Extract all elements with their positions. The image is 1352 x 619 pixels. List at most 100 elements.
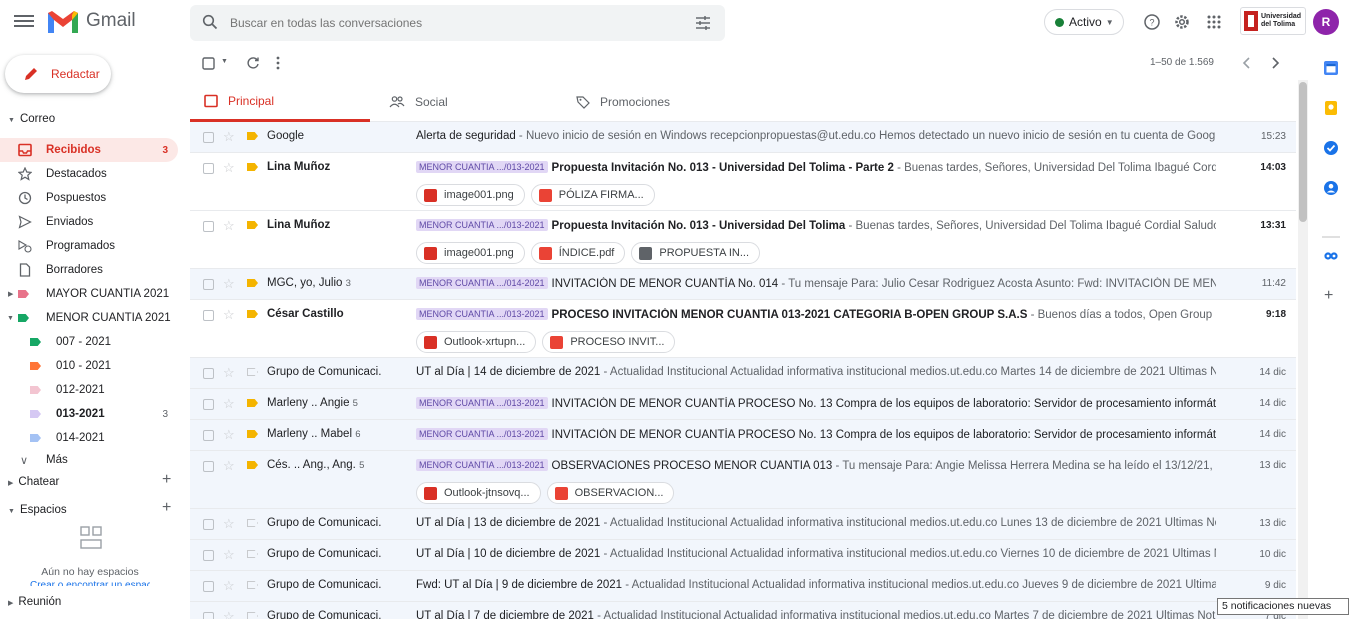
create-space-link[interactable]: Crear o encontrar un espacio [30, 580, 150, 586]
importance-marker-icon[interactable] [247, 550, 258, 558]
select-options-chevron-icon[interactable]: ▼ [221, 58, 228, 65]
attachment-chip[interactable]: ÍNDICE.pdf [530, 242, 626, 264]
attachment-chip[interactable]: OBSERVACION... [546, 482, 675, 504]
sidebar-label-014-2021[interactable]: 014-2021 [0, 426, 178, 450]
row-checkbox[interactable] [203, 581, 214, 592]
tasks-icon[interactable] [1323, 140, 1339, 156]
star-icon[interactable]: ☆ [223, 427, 235, 443]
sidebar-label-013-2021[interactable]: 013-2021 3 [0, 402, 178, 426]
star-icon[interactable]: ☆ [223, 458, 235, 474]
apps-grid-icon[interactable] [1205, 13, 1223, 31]
email-row[interactable]: ☆ Marleny .. Mabel 6 MENOR CUANTIA .../013… [190, 420, 1296, 451]
importance-marker-icon[interactable] [247, 132, 258, 140]
mail-section-toggle[interactable]: ▼ Correo [8, 113, 55, 125]
row-checkbox[interactable] [203, 430, 214, 441]
star-icon[interactable]: ☆ [223, 396, 235, 412]
attachment-chip[interactable]: Outlook-jtnsovq... [416, 482, 541, 504]
search-options-icon[interactable] [695, 15, 711, 31]
star-icon[interactable]: ☆ [223, 307, 235, 323]
sidebar-item-starred[interactable]: Destacados [0, 162, 178, 186]
settings-gear-icon[interactable] [1173, 13, 1191, 31]
attachment-chip[interactable]: Outlook-xrtupn... [416, 331, 537, 353]
row-checkbox[interactable] [203, 519, 214, 530]
row-checkbox[interactable] [203, 163, 214, 174]
notification-toast[interactable]: 5 notificaciones nuevas [1217, 598, 1349, 615]
row-checkbox[interactable] [203, 550, 214, 561]
addon-icon[interactable] [1323, 248, 1339, 264]
sidebar-item-snoozed[interactable]: Pospuestos [0, 186, 178, 210]
importance-marker-icon[interactable] [247, 221, 258, 229]
row-checkbox[interactable] [203, 368, 214, 379]
star-icon[interactable]: ☆ [223, 578, 235, 594]
importance-marker-icon[interactable] [247, 581, 258, 589]
keep-icon[interactable] [1323, 100, 1339, 116]
account-avatar[interactable]: R [1313, 9, 1339, 35]
email-row[interactable]: ☆ Cés. .. Ang., Ang. 5 MENOR CUANTIA .../0… [190, 451, 1296, 509]
email-label-badge[interactable]: MENOR CUANTIA .../013-2021 [416, 428, 548, 440]
tab-principal[interactable]: Principal [190, 82, 370, 122]
tab-promociones[interactable]: Promociones [562, 82, 742, 122]
sidebar-label-007-2021[interactable]: 007 - 2021 [0, 330, 178, 354]
sidebar-label-012-2021[interactable]: 012-2021 [0, 378, 178, 402]
email-row[interactable]: ☆ Grupo de Comunicaci. UT al Día | 14 de … [190, 358, 1296, 389]
sidebar-label-010-2021[interactable]: 010 - 2021 [0, 354, 178, 378]
importance-marker-icon[interactable] [247, 163, 258, 171]
star-icon[interactable]: ☆ [223, 516, 235, 532]
sidebar-item-drafts[interactable]: Borradores [0, 258, 178, 282]
attachment-chip[interactable]: PROCESO INVIT... [542, 331, 676, 353]
importance-marker-icon[interactable] [247, 612, 258, 619]
email-label-badge[interactable]: MENOR CUANTIA .../013-2021 [416, 397, 548, 409]
email-row[interactable]: ☆ Grupo de Comunicaci. Fwd: UT al Día | 9… [190, 571, 1296, 602]
email-label-badge[interactable]: MENOR CUANTIA .../013-2021 [416, 161, 548, 173]
email-row[interactable]: ☆ MGC, yo, Julio 3 MENOR CUANTIA .../014-2… [190, 269, 1296, 300]
sidebar-item-inbox[interactable]: Recibidos 3 [0, 138, 178, 162]
email-row[interactable]: ☆ Grupo de Comunicaci. UT al Día | 13 de … [190, 509, 1296, 540]
importance-marker-icon[interactable] [247, 279, 258, 287]
email-row[interactable]: ☆ Grupo de Comunicaci. UT al Día | 10 de … [190, 540, 1296, 571]
star-icon[interactable]: ☆ [223, 160, 235, 176]
search-icon[interactable] [202, 14, 218, 30]
row-checkbox[interactable] [203, 132, 214, 143]
attachment-chip[interactable]: image001.png [416, 184, 525, 206]
contacts-icon[interactable] [1323, 180, 1339, 196]
tab-social[interactable]: Social [375, 82, 555, 122]
email-row[interactable]: ☆ Lina Muñoz MENOR CUANTIA .../013-2021 Pr… [190, 153, 1296, 211]
sidebar-item-scheduled[interactable]: Programados [0, 234, 178, 258]
meeting-section-toggle[interactable]: ▶ Reunión [8, 596, 61, 608]
chat-section-toggle[interactable]: ▶ Chatear [8, 476, 59, 488]
row-checkbox[interactable] [203, 279, 214, 290]
row-checkbox[interactable] [203, 461, 214, 472]
email-row[interactable]: ☆ César Castillo MENOR CUANTIA .../013-20… [190, 300, 1296, 358]
previous-page-chevron-icon[interactable] [1242, 57, 1252, 69]
attachment-chip[interactable]: image001.png [416, 242, 525, 264]
status-selector[interactable]: Activo ▼ [1044, 9, 1124, 35]
email-list-scrollbar[interactable] [1298, 80, 1308, 619]
email-label-badge[interactable]: MENOR CUANTIA .../013-2021 [416, 219, 548, 231]
gmail-logo-icon[interactable] [46, 9, 80, 35]
search-input[interactable] [230, 13, 670, 33]
email-row[interactable]: ☆ Lina Muñoz MENOR CUANTIA .../013-2021 Pr… [190, 211, 1296, 269]
compose-button[interactable]: Redactar [5, 55, 111, 93]
star-icon[interactable]: ☆ [223, 129, 235, 145]
importance-marker-icon[interactable] [247, 430, 258, 438]
star-icon[interactable]: ☆ [223, 276, 235, 292]
star-icon[interactable]: ☆ [223, 609, 235, 619]
get-addons-plus-icon[interactable]: + [1324, 287, 1333, 305]
row-checkbox[interactable] [203, 399, 214, 410]
attachment-chip[interactable]: PÓLIZA FIRMA... [530, 184, 655, 206]
importance-marker-icon[interactable] [247, 310, 258, 318]
refresh-icon[interactable] [246, 56, 260, 70]
star-icon[interactable]: ☆ [223, 218, 235, 234]
sidebar-item-sent[interactable]: Enviados [0, 210, 178, 234]
organization-logo[interactable]: Universidad del Tolima [1240, 7, 1306, 35]
more-options-icon[interactable] [275, 56, 281, 70]
sidebar-label-menor-cuantia[interactable]: ▼ MENOR CUANTIA 2021 [0, 306, 178, 330]
importance-marker-icon[interactable] [247, 368, 258, 376]
star-icon[interactable]: ☆ [223, 365, 235, 381]
email-label-badge[interactable]: MENOR CUANTIA .../013-2021 [416, 459, 548, 471]
attachment-chip[interactable]: PROPUESTA IN... [631, 242, 761, 264]
select-all-checkbox[interactable] [202, 57, 216, 71]
email-row[interactable]: ☆ Marleny .. Angie 5 MENOR CUANTIA .../013… [190, 389, 1296, 420]
next-page-chevron-icon[interactable] [1270, 57, 1280, 69]
row-checkbox[interactable] [203, 221, 214, 232]
